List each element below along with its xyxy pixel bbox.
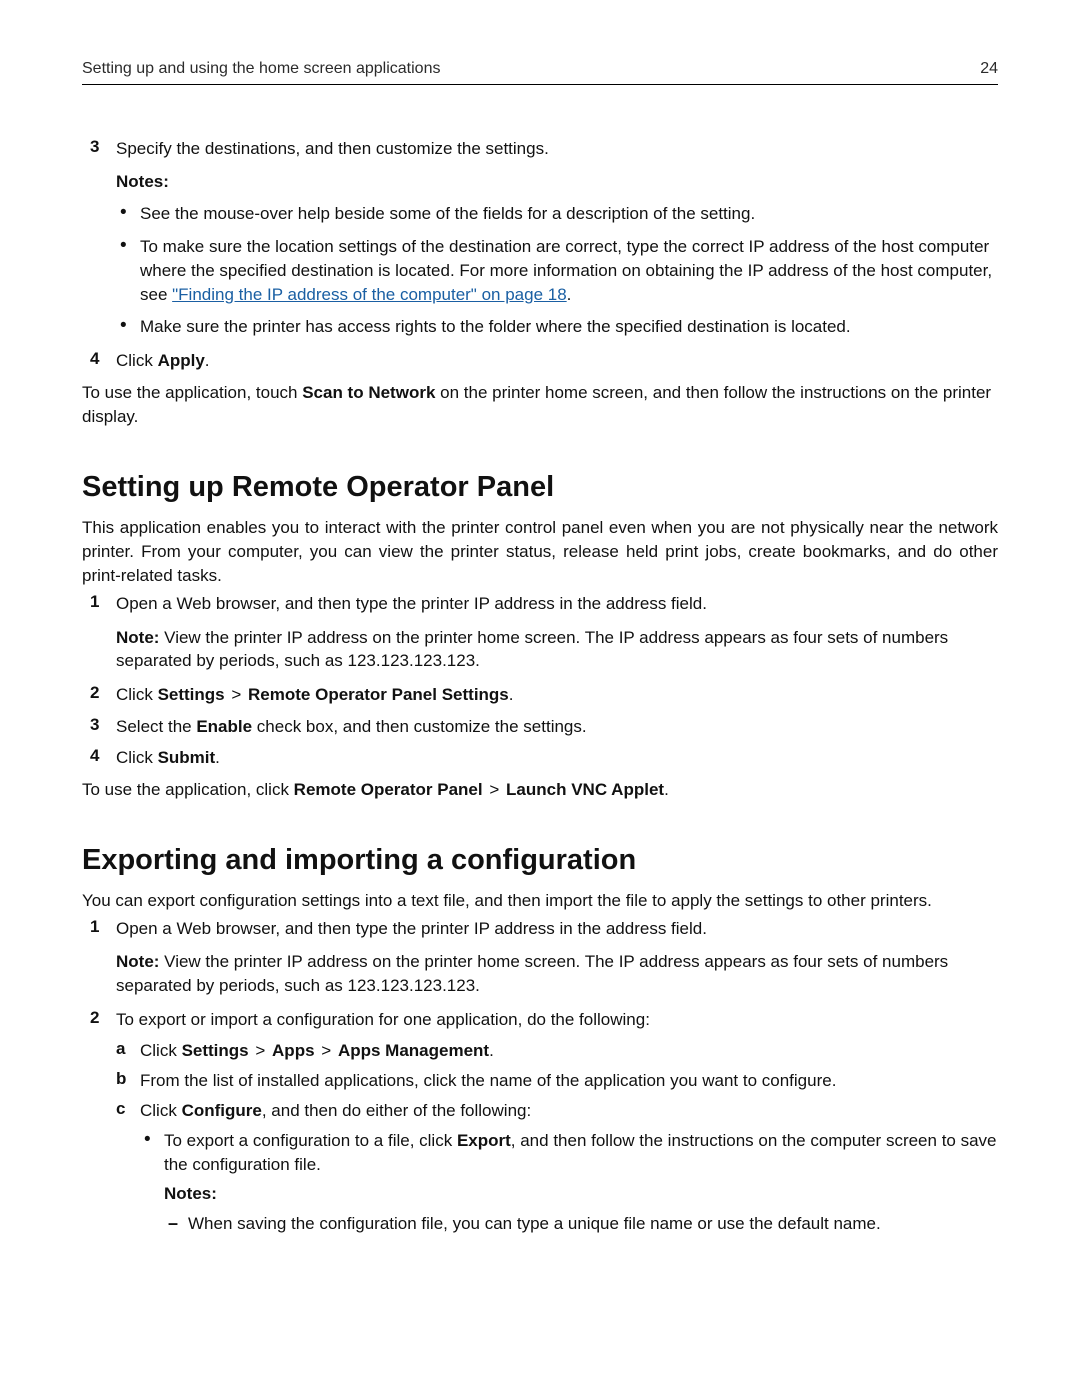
alpha-pre: Click: [140, 1101, 182, 1120]
inner-bullets: To export a configuration to a file, cli…: [140, 1129, 998, 1177]
section-tail: To use the application, click Remote Ope…: [82, 778, 998, 802]
step-text: Select the Enable check box, and then cu…: [116, 715, 998, 738]
tail-bold: Launch VNC Applet: [506, 780, 664, 799]
stepA3: 3 Specify the destinations, and then cus…: [82, 137, 998, 160]
note-lead: Note:: [116, 952, 164, 971]
running-header: Setting up and using the home screen app…: [82, 60, 998, 78]
gt-separator: >: [321, 1041, 331, 1060]
header-rule: [82, 84, 998, 85]
step-bold: Enable: [196, 717, 252, 736]
tail-post: .: [664, 780, 669, 799]
ib-pre: To export a configuration to a file, cli…: [164, 1131, 457, 1150]
alpha-text: Click Settings > Apps > Apps Management.: [140, 1039, 998, 1063]
alpha-bold: Configure: [182, 1101, 262, 1120]
running-header-title: Setting up and using the home screen app…: [82, 60, 440, 78]
step-bold: Remote Operator Panel Settings: [248, 685, 509, 704]
inner-notes-label: Notes:: [164, 1184, 998, 1204]
alpha-bold: Settings: [182, 1041, 249, 1060]
gt-separator: >: [255, 1041, 265, 1060]
step-post: check box, and then customize the settin…: [252, 717, 587, 736]
alpha-marker: a: [116, 1039, 140, 1059]
bullet-item: Make sure the printer has access rights …: [116, 315, 998, 339]
alpha-post: .: [489, 1041, 494, 1060]
note-lead: Note:: [116, 628, 164, 647]
step-text-bold: Apply: [158, 351, 205, 370]
step-text: Click Settings > Remote Operator Panel S…: [116, 683, 998, 706]
bullet-item: To make sure the location settings of th…: [116, 235, 998, 307]
substep-c: c Click Configure, and then do either of…: [116, 1099, 998, 1123]
step-marker: 2: [82, 1008, 116, 1028]
tail-pre: To use the application, click: [82, 780, 294, 799]
inner-bullet-item: To export a configuration to a file, cli…: [140, 1129, 998, 1177]
tail-bold: Scan to Network: [302, 383, 435, 402]
step-text: Open a Web browser, and then type the pr…: [116, 592, 998, 615]
step-marker: 3: [82, 715, 116, 735]
step-marker: 3: [82, 137, 116, 157]
stepC2: 2 To export or import a configuration fo…: [82, 1008, 998, 1031]
alpha-bold: Apps: [272, 1041, 315, 1060]
note-block: Note: View the printer IP address on the…: [116, 950, 998, 998]
notes-bullets: See the mouse-over help beside some of t…: [116, 202, 998, 339]
stepA4: 4 Click Apply.: [82, 349, 998, 372]
alpha-post: , and then do either of the following:: [262, 1101, 531, 1120]
step-marker: 2: [82, 683, 116, 703]
step-marker: 1: [82, 917, 116, 937]
step-pre: Click: [116, 748, 158, 767]
step-text-pre: Click: [116, 351, 158, 370]
ib-bold: Export: [457, 1131, 511, 1150]
alpha-bold: Apps Management: [338, 1041, 489, 1060]
stepB3: 3 Select the Enable check box, and then …: [82, 715, 998, 738]
step-text: Specify the destinations, and then custo…: [116, 137, 998, 160]
step-post: .: [509, 685, 514, 704]
alpha-pre: Click: [140, 1041, 182, 1060]
step-marker: 4: [82, 349, 116, 369]
step-pre: Click: [116, 685, 158, 704]
note-text: View the printer IP address on the print…: [116, 952, 948, 995]
bullet-item: See the mouse-over help beside some of t…: [116, 202, 998, 226]
section-heading-export-import: Exporting and importing a configuration: [82, 844, 998, 877]
note-block: Note: View the printer IP address on the…: [116, 626, 998, 674]
notes-label: Notes:: [116, 172, 998, 192]
page-container: Setting up and using the home screen app…: [0, 0, 1080, 1312]
step-marker: 1: [82, 592, 116, 612]
alpha-text: From the list of installed applications,…: [140, 1069, 998, 1093]
gt-separator: >: [489, 780, 499, 799]
stepC1: 1 Open a Web browser, and then type the …: [82, 917, 998, 940]
step-text-post: .: [205, 351, 210, 370]
alpha-marker: c: [116, 1099, 140, 1119]
step-text: Click Apply.: [116, 349, 998, 372]
alpha-text: Click Configure, and then do either of t…: [140, 1099, 998, 1123]
tail-pre: To use the application, touch: [82, 383, 302, 402]
step-bold: Submit: [158, 748, 216, 767]
gt-separator: >: [231, 685, 241, 704]
alpha-marker: b: [116, 1069, 140, 1089]
section-tail: To use the application, touch Scan to Ne…: [82, 381, 998, 429]
step-pre: Select the: [116, 717, 196, 736]
substep-b: b From the list of installed application…: [116, 1069, 998, 1093]
step-text: Click Submit.: [116, 746, 998, 769]
step-text: To export or import a configuration for …: [116, 1008, 998, 1031]
section-heading-remote-panel: Setting up Remote Operator Panel: [82, 471, 998, 504]
section-intro: You can export configuration settings in…: [82, 889, 998, 913]
page-number: 24: [980, 60, 998, 78]
stepB4: 4 Click Submit.: [82, 746, 998, 769]
step-marker: 4: [82, 746, 116, 766]
step-text: Open a Web browser, and then type the pr…: [116, 917, 998, 940]
section-intro: This application enables you to interact…: [82, 516, 998, 588]
substep-a: a Click Settings > Apps > Apps Managemen…: [116, 1039, 998, 1063]
tail-bold: Remote Operator Panel: [294, 780, 483, 799]
xref-link[interactable]: "Finding the IP address of the computer"…: [172, 285, 567, 304]
step-bold: Settings: [158, 685, 225, 704]
dash-bullet-item: When saving the configuration file, you …: [164, 1212, 998, 1236]
note-text: View the printer IP address on the print…: [116, 628, 948, 671]
dash-bullets: When saving the configuration file, you …: [164, 1212, 998, 1236]
bullet-text-post: .: [567, 285, 572, 304]
stepB1: 1 Open a Web browser, and then type the …: [82, 592, 998, 615]
stepB2: 2 Click Settings > Remote Operator Panel…: [82, 683, 998, 706]
step-post: .: [215, 748, 220, 767]
